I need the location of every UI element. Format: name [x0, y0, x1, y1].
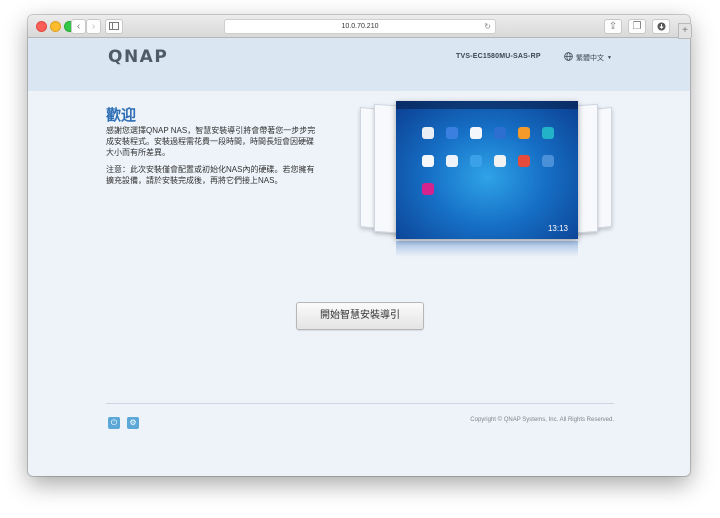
forward-icon[interactable]: ›	[86, 19, 101, 34]
browser-window: ‹ › 10.0.70.210 ↻ ⇪ ❐ QNAP TVS-EC1580MU-…	[28, 15, 690, 476]
preview-reflection	[396, 241, 578, 257]
globe-icon	[564, 52, 573, 63]
note-paragraph: 注意：此次安裝僅會配置或初始化NAS內的硬碟。若您擁有 擴充設備，請於安裝完成後…	[106, 164, 356, 186]
preview-app-icon	[494, 127, 506, 139]
sidebar-icon[interactable]	[105, 19, 123, 34]
preview-clock: 13:13	[547, 224, 568, 233]
model-name: TVS-EC1580MU-SAS-RP	[456, 53, 541, 60]
note-line: 擴充設備，請於安裝完成後，再將它們接上NAS。	[106, 176, 283, 185]
intro-paragraph: 感謝您選擇QNAP NAS，智慧安裝導引將會帶著您一步步完 成安裝程式。安裝過程…	[106, 125, 356, 158]
preview-app-icon	[422, 127, 434, 139]
preview-desktop: 13:13	[396, 101, 578, 239]
preview-app-icon	[494, 155, 506, 167]
preview-app-icon	[470, 155, 482, 167]
preview-app-icon	[422, 183, 434, 195]
preview-taskbar	[396, 101, 578, 109]
close-window-button[interactable]	[36, 21, 47, 32]
preview-app-icon	[470, 127, 482, 139]
language-label: 繁體中文	[576, 54, 604, 62]
qnap-logo: QNAP	[108, 47, 169, 67]
page-title: 歡迎	[106, 107, 137, 124]
preview-app-icon	[542, 155, 554, 167]
desktop-preview-image: 13:13	[360, 99, 612, 259]
tabs-icon[interactable]: ❐	[628, 19, 646, 34]
footer-divider	[106, 403, 614, 404]
back-icon[interactable]: ‹	[71, 19, 86, 34]
preview-app-icon	[518, 127, 530, 139]
download-icon[interactable]	[652, 19, 670, 34]
intro-line: 成安裝程式。安裝過程需花費一段時間，時間長短會因硬碟	[106, 137, 314, 146]
copyright-text: Copyright © QNAP Systems, Inc. All Right…	[470, 417, 614, 423]
address-bar[interactable]: 10.0.70.210 ↻	[224, 19, 496, 34]
new-tab-button[interactable]: +	[678, 23, 692, 39]
language-selector[interactable]: 繁體中文 ▼	[564, 52, 612, 63]
reload-icon[interactable]: ↻	[484, 20, 491, 33]
preview-app-icon	[446, 127, 458, 139]
browser-toolbar: ‹ › 10.0.70.210 ↻ ⇪ ❐	[28, 15, 690, 38]
chevron-down-icon: ▼	[607, 54, 612, 61]
intro-line: 大小而有所差異。	[106, 148, 170, 157]
note-line: 注意：此次安裝僅會配置或初始化NAS內的硬碟。若您擁有	[106, 165, 315, 174]
preview-app-icon	[446, 155, 458, 167]
power-icon[interactable]: ⏻	[108, 417, 120, 429]
gear-icon[interactable]: ⚙	[127, 417, 139, 429]
url-text: 10.0.70.210	[341, 23, 379, 30]
start-smart-installation-button[interactable]: 開始智慧安裝導引	[296, 302, 424, 330]
intro-line: 感謝您選擇QNAP NAS，智慧安裝導引將會帶著您一步步完	[106, 126, 316, 135]
preview-app-icon	[518, 155, 530, 167]
preview-app-icon	[422, 155, 434, 167]
minimize-window-button[interactable]	[50, 21, 61, 32]
preview-app-icon	[542, 127, 554, 139]
share-icon[interactable]: ⇪	[604, 19, 622, 34]
